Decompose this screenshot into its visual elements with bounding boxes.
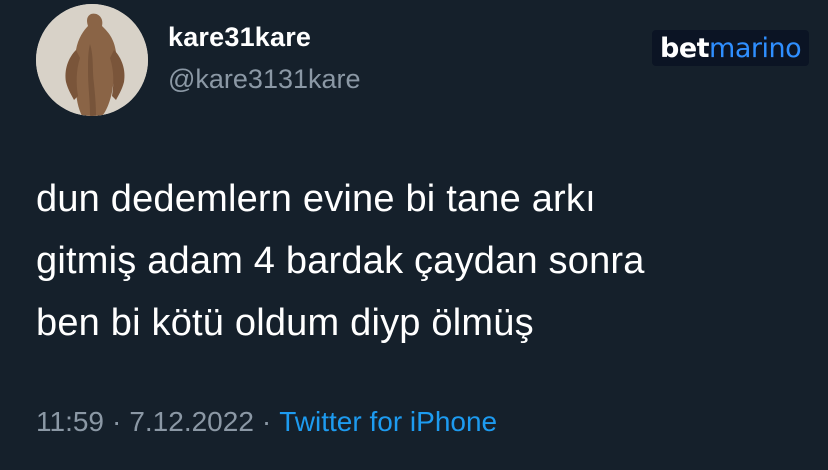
tweet-text: dun dedemlern evine bi tane arkı gitmiş …	[36, 168, 796, 354]
brand-logo-part-1: bet	[660, 32, 710, 64]
tweet-source-link[interactable]: Twitter for iPhone	[279, 406, 497, 437]
avatar-image	[36, 4, 148, 116]
tweet-text-line: gitmiş adam 4 bardak çaydan sonra	[36, 240, 645, 282]
tweet-time[interactable]: 11:59	[36, 406, 104, 437]
author-display-name[interactable]: kare31kare	[168, 22, 311, 53]
tweet-date[interactable]: 7.12.2022	[129, 406, 254, 437]
meta-separator: ·	[112, 406, 122, 437]
meta-separator: ·	[261, 406, 272, 437]
author-handle[interactable]: @kare3131kare	[168, 64, 361, 95]
tweet-text-line: dun dedemlern evine bi tane arkı	[36, 178, 596, 220]
avatar[interactable]	[36, 4, 148, 116]
tweet-card: kare31kare @kare3131kare bet marino dun d…	[0, 0, 828, 470]
tweet-meta: 11:59 · 7.12.2022 · Twitter for iPhone	[36, 406, 497, 438]
brand-logo: bet marino	[652, 30, 810, 66]
tweet-text-line: ben bi kötü oldum diyp ölmüş	[36, 302, 534, 344]
brand-logo-part-2: marino	[709, 32, 802, 64]
